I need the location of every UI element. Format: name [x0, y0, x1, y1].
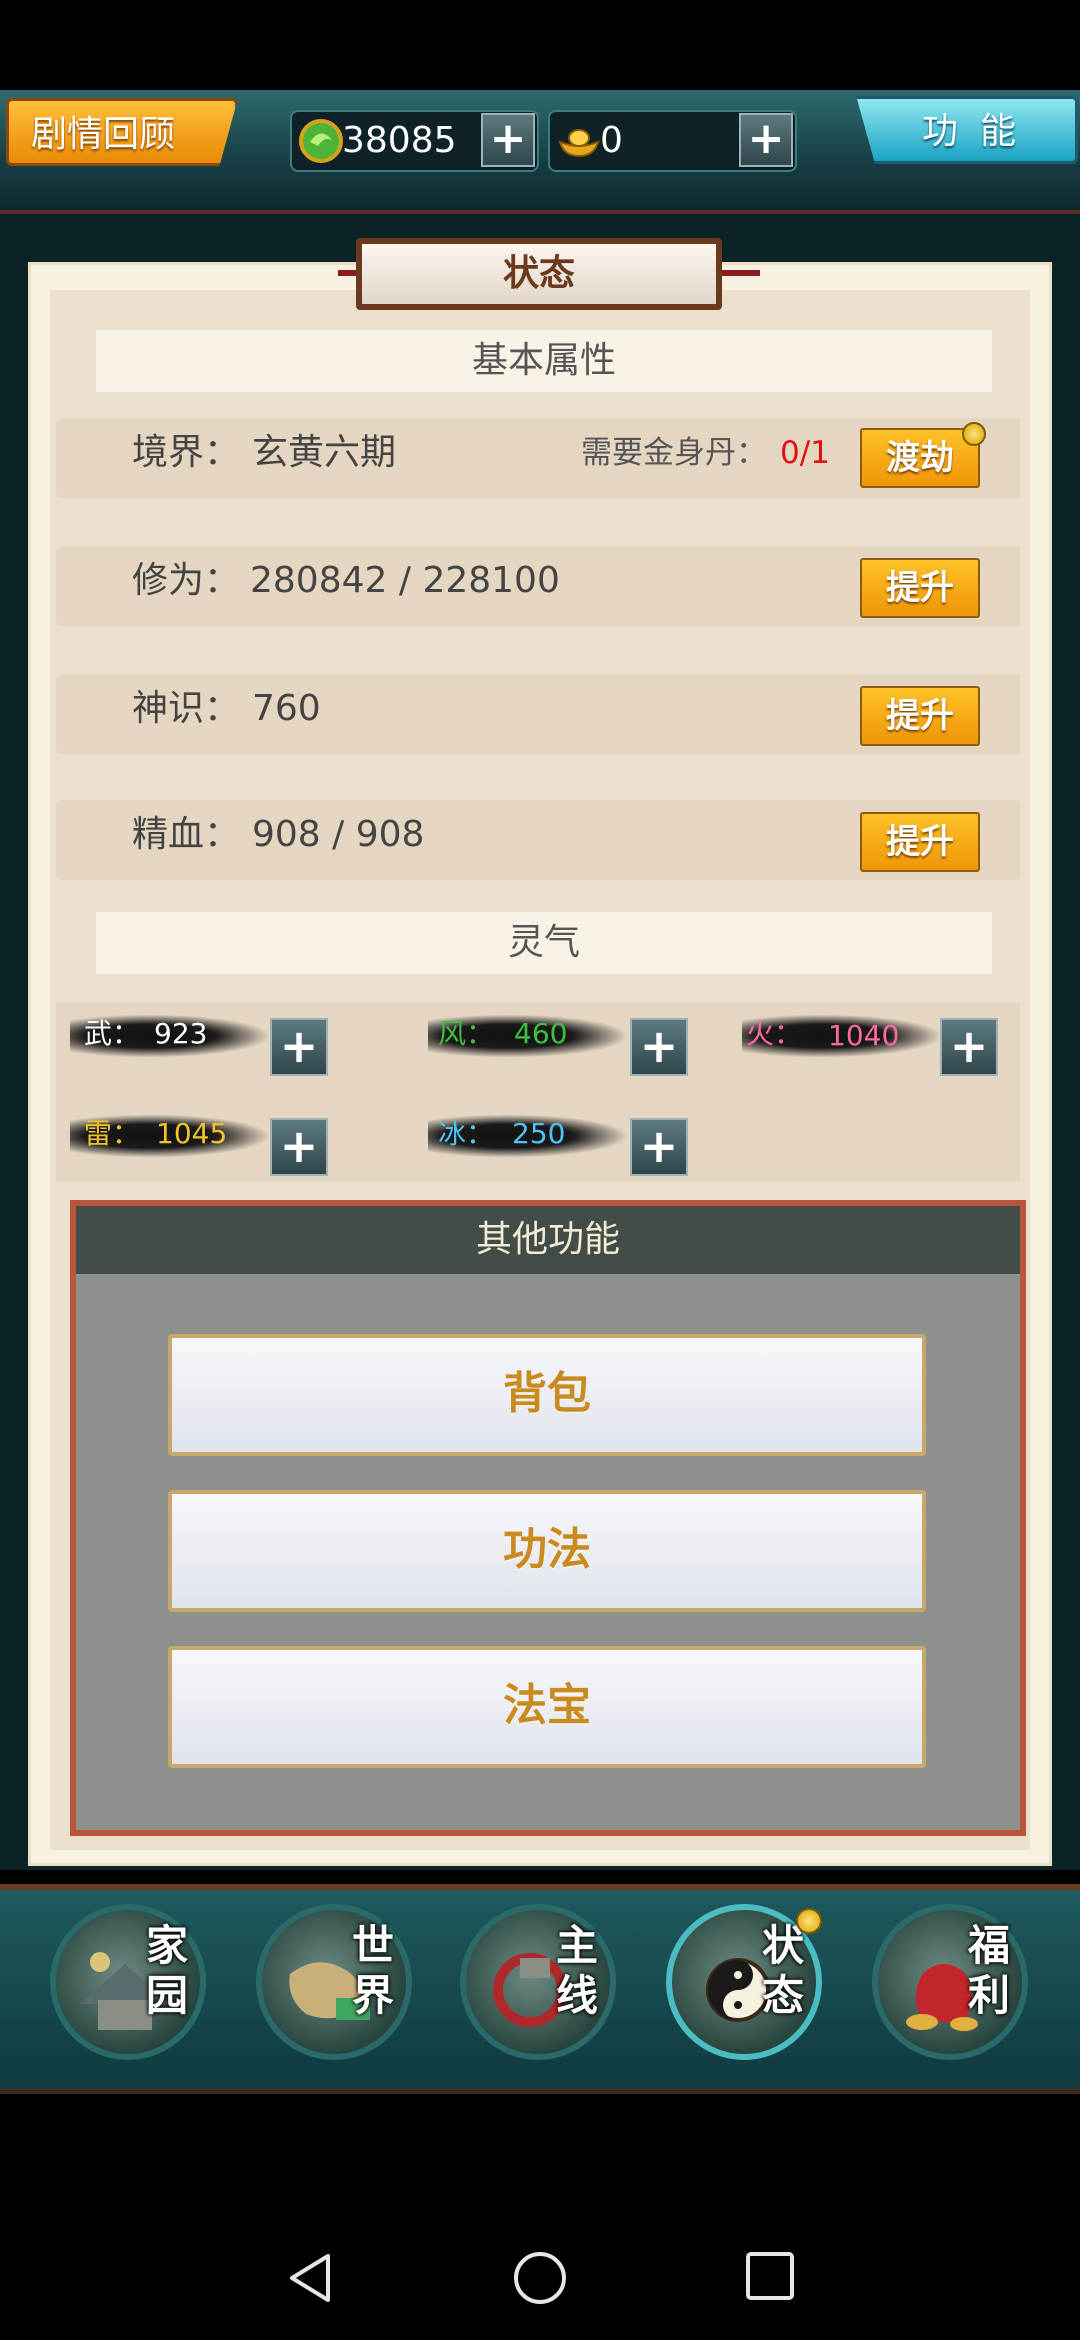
page-title: 状态	[356, 238, 722, 310]
add-spirit-wu-button[interactable]: +	[270, 1018, 328, 1076]
gold-amount: 0	[600, 120, 623, 161]
function-button[interactable]: 功能	[856, 96, 1078, 164]
nav-welfare-label-1: 福	[967, 1921, 1010, 1970]
nav-welfare-label-2: 利	[967, 1971, 1010, 2020]
jade-currency-box: 38085 +	[290, 110, 539, 172]
nav-welfare[interactable]: 福 利	[872, 1904, 1028, 2060]
realm-row: 境界： 玄黄六期 需要金身丹： 0/1 渡劫	[56, 418, 1020, 498]
golden-pill-requirement-label: 需要金身丹：	[581, 435, 767, 471]
upgrade-divine-sense-button[interactable]: 提升	[860, 686, 980, 746]
nav-main-quest[interactable]: 主 线	[460, 1904, 616, 2060]
realm-value: 玄黄六期	[252, 432, 397, 473]
other-functions-heading: 其他功能	[76, 1206, 1020, 1274]
top-bar: 剧情回顾 38085 + 0 + 功能	[0, 90, 1080, 214]
story-review-button[interactable]: 剧情回顾	[6, 98, 238, 166]
spirit-heading: 灵气	[96, 912, 992, 974]
spirit-value-lei: 1045	[156, 1117, 228, 1150]
divine-sense-row: 神识： 760 提升	[56, 674, 1020, 754]
add-spirit-huo-button[interactable]: +	[940, 1018, 998, 1076]
essence-blood-row: 精血： 908 / 908 提升	[56, 800, 1020, 880]
essence-blood-label: 精血：	[132, 814, 241, 855]
gold-ingot-icon	[558, 129, 600, 158]
nav-main-quest-label-1: 主	[555, 1921, 598, 1970]
backpack-button[interactable]: 背包	[168, 1334, 926, 1456]
gold-currency-box: 0 +	[548, 110, 797, 172]
spirit-value-bing: 250	[512, 1117, 566, 1150]
essence-blood-value: 908 / 908	[252, 814, 425, 855]
nav-world[interactable]: 世 界	[256, 1904, 412, 2060]
spirit-label-huo: 火：	[746, 1017, 803, 1050]
spirit-label-bing: 冰：	[438, 1117, 495, 1150]
upgrade-essence-blood-button[interactable]: 提升	[860, 812, 980, 872]
notification-dot	[796, 1908, 822, 1934]
add-gold-button[interactable]: +	[739, 113, 793, 167]
add-spirit-bing-button[interactable]: +	[630, 1118, 688, 1176]
divine-sense-label: 神识：	[132, 688, 241, 729]
cultivation-label: 修为：	[132, 560, 241, 601]
add-spirit-feng-button[interactable]: +	[630, 1018, 688, 1076]
skills-button[interactable]: 功法	[168, 1490, 926, 1612]
back-icon[interactable]	[284, 2250, 338, 2306]
golden-pill-requirement-value: 0/1	[780, 435, 830, 471]
spirit-label-wu: 武：	[84, 1017, 141, 1050]
upgrade-cultivation-button[interactable]: 提升	[860, 558, 980, 618]
nav-status-label-2: 态	[761, 1971, 804, 2020]
spirit-value-wu: 923	[154, 1017, 208, 1050]
spirit-label-lei: 雷：	[84, 1117, 141, 1150]
nav-home[interactable]: 家 园	[50, 1904, 206, 2060]
realm-label: 境界：	[132, 432, 241, 473]
treasure-button[interactable]: 法宝	[168, 1646, 926, 1768]
nav-home-label-2: 园	[145, 1971, 188, 2020]
cultivation-value: 280842 / 228100	[250, 560, 560, 601]
spirit-value-huo: 1040	[828, 1019, 900, 1052]
spirit-value-feng: 460	[514, 1017, 568, 1050]
cultivation-row: 修为： 280842 / 228100 提升	[56, 546, 1020, 626]
recent-apps-icon[interactable]	[744, 2250, 796, 2302]
spirit-label-feng: 风：	[438, 1017, 495, 1050]
notification-dot	[962, 422, 986, 446]
basic-attributes-heading: 基本属性	[96, 330, 992, 392]
nav-world-label-2: 界	[351, 1971, 394, 2020]
nav-world-label-1: 世	[351, 1921, 394, 1970]
jade-amount: 38085	[342, 120, 457, 161]
divine-sense-value: 760	[252, 688, 321, 729]
jade-coin-icon	[299, 119, 343, 163]
nav-home-label-1: 家	[145, 1921, 188, 1970]
home-circle-icon[interactable]	[512, 2250, 568, 2306]
nav-main-quest-label-2: 线	[555, 1971, 598, 2020]
add-jade-button[interactable]: +	[481, 113, 535, 167]
add-spirit-lei-button[interactable]: +	[270, 1118, 328, 1176]
